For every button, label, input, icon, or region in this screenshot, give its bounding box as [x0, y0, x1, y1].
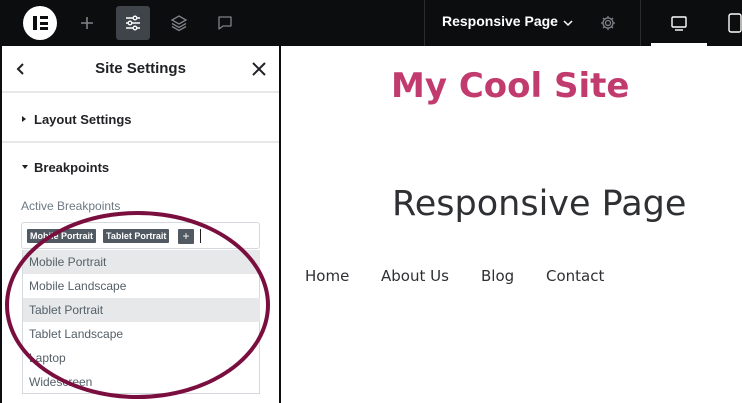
gear-icon[interactable] [591, 6, 625, 40]
section-layout-settings[interactable]: Layout Settings [2, 95, 279, 143]
top-bar: Responsive Page [0, 0, 742, 46]
dropdown-option[interactable]: Laptop [23, 346, 260, 370]
nav-link-home[interactable]: Home [305, 267, 349, 285]
page-heading: Responsive Page [392, 184, 687, 224]
caret-down-icon [22, 165, 28, 169]
plus-icon[interactable] [70, 6, 104, 40]
close-icon[interactable] [246, 56, 272, 82]
section-breakpoints[interactable]: Breakpoints [2, 143, 279, 191]
section-label: Layout Settings [34, 112, 132, 127]
site-settings-panel: Site Settings Layout Settings Breakpoint… [2, 46, 279, 403]
panel-title: Site Settings [95, 60, 186, 77]
nav-link-about-us[interactable]: About Us [381, 267, 449, 285]
chevron-down-icon[interactable] [551, 6, 585, 40]
nav-link-contact[interactable]: Contact [546, 267, 604, 285]
panel-header: Site Settings [2, 46, 279, 93]
site-title[interactable]: My Cool Site [391, 66, 629, 106]
breakpoint-tag[interactable]: Mobile Portrait [27, 229, 97, 243]
elementor-logo-icon[interactable] [23, 6, 57, 40]
dropdown-option[interactable]: Tablet Landscape [23, 322, 260, 346]
active-breakpoints-label: Active Breakpoints [21, 199, 121, 213]
breakpoint-tag[interactable]: Tablet Portrait [103, 229, 170, 243]
nav-link-blog[interactable]: Blog [481, 267, 514, 285]
dropdown-option[interactable]: Widescreen [23, 370, 260, 394]
add-breakpoint-button[interactable]: + [178, 229, 194, 244]
chat-icon[interactable] [208, 6, 242, 40]
tablet-icon[interactable] [718, 6, 742, 40]
layers-icon[interactable] [162, 6, 196, 40]
desktop-icon[interactable] [662, 6, 696, 40]
caret-right-icon [22, 116, 26, 122]
dropdown-option[interactable]: Mobile Landscape [23, 274, 260, 298]
toolbar-divider [424, 0, 425, 46]
sliders-icon[interactable] [116, 6, 150, 40]
active-breakpoints-input[interactable]: Mobile Portrait Tablet Portrait + [21, 222, 260, 249]
page-title[interactable]: Responsive Page [442, 13, 558, 29]
dropdown-option[interactable]: Mobile Portrait [23, 250, 260, 274]
toolbar-divider [640, 0, 641, 46]
dropdown-option[interactable]: Tablet Portrait [23, 298, 260, 322]
section-label: Breakpoints [34, 160, 110, 175]
breakpoints-dropdown: Mobile Portrait Mobile Landscape Tablet … [22, 250, 260, 394]
text-cursor [200, 229, 201, 243]
